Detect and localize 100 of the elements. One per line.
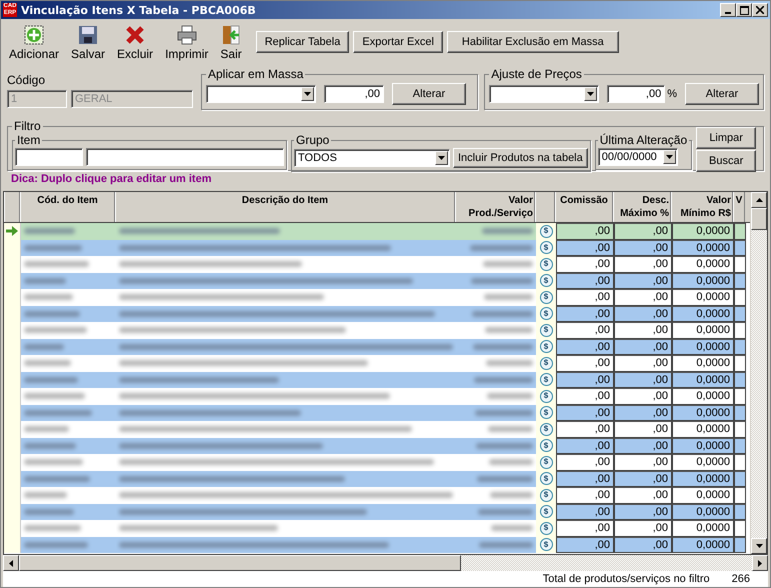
price-button[interactable]: $ bbox=[540, 472, 552, 486]
horizontal-scrollbar[interactable] bbox=[3, 555, 768, 571]
price-button[interactable]: $ bbox=[540, 522, 552, 535]
table-row[interactable]: $ ,00 ,00 0,0000 bbox=[4, 404, 750, 421]
toolbar-button[interactable]: Replicar Tabela bbox=[256, 31, 350, 53]
toolbar-button[interactable]: Excluir bbox=[115, 23, 156, 63]
column-header[interactable]: Desc. Máximo % bbox=[613, 192, 671, 222]
buscar-button[interactable]: Buscar bbox=[696, 150, 756, 172]
limpar-button[interactable]: Limpar bbox=[696, 127, 756, 149]
table-row[interactable]: $ ,00 ,00 0,0000 bbox=[4, 487, 750, 504]
price-button[interactable]: $ bbox=[540, 324, 552, 337]
window-title: Vinculação Itens X Tabela - PBCA006B bbox=[21, 4, 257, 16]
table-row[interactable]: $ ,00 ,00 0,0000 bbox=[4, 256, 750, 272]
scroll-down-icon bbox=[756, 544, 762, 548]
table-row[interactable]: $ ,00 ,00 0,0000 bbox=[4, 536, 750, 553]
table-row[interactable]: $ ,00 ,00 0,0000 bbox=[4, 240, 750, 256]
table-row[interactable]: $ ,00 ,00 0,0000 bbox=[4, 338, 750, 355]
column-header[interactable]: Valor Mínimo R$ bbox=[671, 192, 733, 222]
column-header[interactable]: Descrição do Item bbox=[115, 192, 455, 222]
group-title: Grupo bbox=[295, 133, 330, 147]
price-button[interactable]: $ bbox=[540, 390, 552, 403]
blurred-text bbox=[24, 476, 90, 482]
item-description-field[interactable] bbox=[86, 148, 284, 166]
table-cell: ,00 bbox=[614, 536, 672, 553]
price-button[interactable]: $ bbox=[540, 356, 552, 370]
price-button[interactable]: $ bbox=[540, 422, 552, 436]
toolbar-button[interactable]: Salvar bbox=[69, 23, 108, 63]
table-cell: ,00 bbox=[556, 372, 614, 388]
price-button[interactable]: $ bbox=[540, 290, 552, 304]
price-button[interactable]: $ bbox=[540, 307, 552, 320]
value-field[interactable]: ,00 bbox=[324, 85, 384, 103]
price-button[interactable]: $ bbox=[540, 258, 552, 271]
table-cell: 0,0000 bbox=[672, 355, 734, 372]
table-row[interactable]: $ ,00 ,00 0,0000 bbox=[4, 372, 750, 388]
table-cell: 0,0000 bbox=[672, 536, 734, 553]
blurred-text bbox=[24, 278, 66, 284]
toolbar-button[interactable]: Exportar Excel bbox=[353, 31, 443, 53]
blurred-text bbox=[474, 376, 533, 383]
close-button[interactable] bbox=[752, 3, 768, 17]
table-row[interactable]: $ ,00 ,00 0,0000 bbox=[4, 306, 750, 322]
blurred-text bbox=[479, 542, 533, 548]
minimize-button[interactable] bbox=[720, 3, 736, 17]
codigo-label: Código bbox=[7, 73, 46, 87]
blurred-text bbox=[24, 442, 76, 449]
table-row[interactable]: $ ,00 ,00 0,0000 bbox=[4, 454, 750, 470]
include-products-button[interactable]: Incluir Produtos na tabela bbox=[453, 148, 588, 168]
price-button[interactable]: $ bbox=[540, 340, 552, 354]
price-button[interactable]: $ bbox=[540, 439, 552, 452]
table-row[interactable]: $ ,00 ,00 0,0000 bbox=[4, 438, 750, 454]
column-header[interactable]: Valor Prod./Serviço bbox=[455, 192, 535, 222]
column-header[interactable]: Comissão bbox=[555, 192, 613, 222]
price-button[interactable]: $ bbox=[540, 406, 552, 420]
table-row[interactable]: $ ,00 ,00 0,0000 bbox=[4, 388, 750, 404]
price-button[interactable]: $ bbox=[540, 224, 552, 238]
item-code-field[interactable] bbox=[15, 148, 83, 166]
table-cell: ,00 bbox=[556, 256, 614, 272]
blurred-text bbox=[473, 344, 533, 350]
price-button[interactable]: $ bbox=[540, 505, 552, 518]
price-button[interactable]: $ bbox=[540, 241, 552, 254]
group-title: Filtro bbox=[13, 119, 42, 133]
value-field[interactable]: ,00 bbox=[607, 85, 666, 103]
price-button[interactable]: $ bbox=[540, 456, 552, 469]
alterar-button[interactable]: Alterar bbox=[685, 83, 759, 105]
table-cell: ,00 bbox=[614, 272, 672, 289]
toolbar-button[interactable]: Imprimir bbox=[163, 23, 210, 63]
date-dropdown[interactable]: 00/00/0000 bbox=[598, 148, 678, 166]
scroll-thumb[interactable] bbox=[751, 208, 767, 230]
table-cell: ,00 bbox=[556, 504, 614, 520]
table-cell: ,00 bbox=[556, 322, 614, 338]
toolbar-button[interactable]: Adicionar bbox=[7, 23, 62, 63]
table-cell: ,00 bbox=[556, 520, 614, 536]
group-title: Item bbox=[16, 133, 42, 147]
column-header[interactable]: Cód. do Item bbox=[20, 192, 115, 222]
table-cell: ,00 bbox=[556, 487, 614, 504]
price-button[interactable]: $ bbox=[540, 274, 552, 288]
toolbar-button[interactable]: Sair bbox=[218, 23, 244, 63]
table-row[interactable]: $ ,00 ,00 0,0000 bbox=[4, 355, 750, 372]
table-row[interactable]: $ ,00 ,00 0,0000 bbox=[4, 289, 750, 306]
table-row[interactable]: $ ,00 ,00 0,0000 bbox=[4, 223, 750, 240]
column-header[interactable]: V bbox=[733, 192, 745, 222]
table-row[interactable]: $ ,00 ,00 0,0000 bbox=[4, 421, 750, 438]
price-button[interactable]: $ bbox=[540, 488, 552, 502]
vertical-scrollbar[interactable] bbox=[750, 192, 767, 554]
table-row[interactable]: $ ,00 ,00 0,0000 bbox=[4, 272, 750, 289]
alterar-button[interactable]: Alterar bbox=[392, 83, 466, 105]
dropdown-field[interactable] bbox=[489, 85, 600, 103]
dropdown-field[interactable] bbox=[206, 85, 316, 103]
table-cell: 0,0000 bbox=[672, 256, 734, 272]
toolbar-button[interactable]: Habilitar Exclusão em Massa bbox=[446, 31, 619, 53]
table-row[interactable]: $ ,00 ,00 0,0000 bbox=[4, 504, 750, 520]
maximize-button[interactable] bbox=[736, 3, 752, 17]
price-button[interactable]: $ bbox=[540, 373, 552, 386]
table-row[interactable]: $ ,00 ,00 0,0000 bbox=[4, 520, 750, 536]
price-button[interactable]: $ bbox=[540, 538, 552, 552]
grupo-dropdown[interactable]: TODOS bbox=[294, 149, 450, 167]
table-row[interactable]: $ ,00 ,00 0,0000 bbox=[4, 322, 750, 338]
table-cell: ,00 bbox=[614, 289, 672, 306]
blurred-text bbox=[478, 508, 533, 515]
scroll-thumb[interactable] bbox=[19, 555, 461, 571]
table-row[interactable]: $ ,00 ,00 0,0000 bbox=[4, 470, 750, 487]
